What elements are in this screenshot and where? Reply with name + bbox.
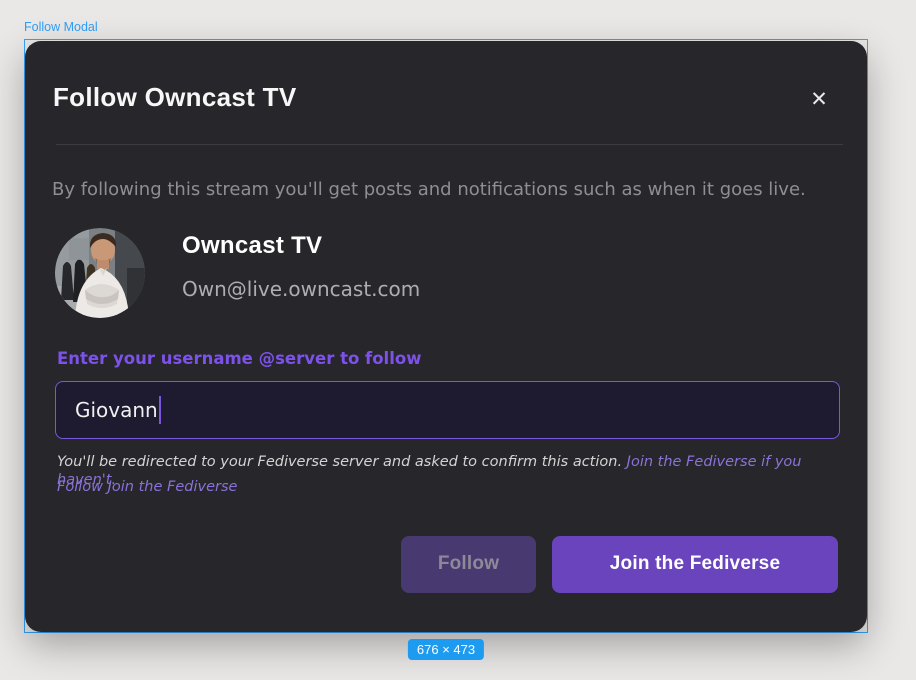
account-info: Owncast TV Own@live.owncast.com [182,228,420,301]
username-input-label: Enter your username @server to follow [57,349,421,368]
modal-description: By following this stream you'll get post… [52,179,842,200]
modal-title: Follow Owncast TV [53,82,296,113]
account-row: Owncast TV Own@live.owncast.com [55,228,420,318]
figma-canvas: Follow Modal Follow Owncast TV ✕ By foll… [0,0,916,680]
avatar [55,228,145,318]
account-address: Own@live.owncast.com [182,277,420,301]
close-icon[interactable]: ✕ [803,83,835,115]
username-input-value: Giovann [75,398,158,422]
frame-label[interactable]: Follow Modal [24,20,98,34]
helper-prefix: You'll be redirected to your Fediverse s… [57,454,627,470]
follow-button[interactable]: Follow [401,536,536,593]
profile-photo-icon [55,228,145,318]
account-name: Owncast TV [182,232,420,260]
button-row: Follow Join the Fediverse [401,536,838,593]
follow-modal: Follow Owncast TV ✕ By following this st… [25,41,867,632]
follow-join-fediverse-link[interactable]: Follow Join the Fediverse [57,479,237,495]
text-caret [159,396,161,424]
divider [56,144,843,145]
frame-size-badge: 676 × 473 [408,639,484,660]
username-input[interactable]: Giovann [55,381,840,439]
join-fediverse-button[interactable]: Join the Fediverse [552,536,838,593]
